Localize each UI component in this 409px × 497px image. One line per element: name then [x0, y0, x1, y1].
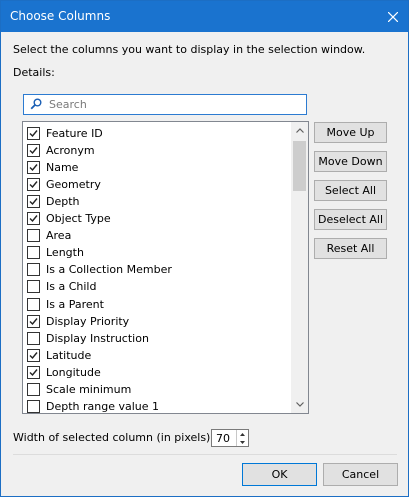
- title-bar: Choose Columns: [1, 1, 408, 32]
- column-label: Area: [46, 229, 72, 243]
- checkmark-icon: [29, 215, 38, 223]
- spinner-down-button[interactable]: [237, 438, 248, 446]
- scroll-up-button[interactable]: [291, 122, 308, 139]
- list-scrollbar[interactable]: [291, 122, 308, 413]
- footer-divider: [13, 454, 397, 455]
- column-label: Name: [46, 160, 79, 174]
- column-label: Is a Parent: [46, 297, 104, 311]
- column-label: Display Priority: [46, 314, 130, 328]
- search-icon: [30, 98, 42, 110]
- checkmark-icon: [29, 180, 38, 188]
- column-label: Scale minimum: [46, 383, 132, 396]
- columns-list[interactable]: Feature ID Acronym Name Geometry Depth Object…: [22, 121, 309, 414]
- column-list-item[interactable]: Feature ID: [27, 125, 289, 141]
- column-label: Geometry: [46, 177, 101, 191]
- deselect-all-button[interactable]: Deselect All: [314, 209, 387, 230]
- column-checkbox[interactable]: [27, 400, 40, 413]
- checkmark-icon: [29, 317, 38, 325]
- column-checkbox[interactable]: [27, 229, 40, 243]
- column-checkbox[interactable]: [27, 331, 40, 345]
- column-list-item[interactable]: Is a Collection Member: [27, 262, 289, 278]
- scroll-down-button[interactable]: [291, 396, 308, 413]
- checkmark-icon: [29, 129, 38, 137]
- column-checkbox[interactable]: [27, 314, 40, 328]
- dialog-title: Choose Columns: [10, 9, 111, 23]
- checkmark-icon: [29, 368, 38, 376]
- column-checkbox[interactable]: [27, 212, 40, 225]
- close-icon: [388, 11, 398, 22]
- column-checkbox[interactable]: [27, 126, 40, 140]
- column-list-item[interactable]: Is a Child: [27, 279, 289, 295]
- column-label: Longitude: [46, 365, 101, 379]
- chevron-up-icon: [295, 128, 304, 133]
- spinner-up-button[interactable]: [237, 430, 248, 438]
- column-label: Acronym: [46, 143, 95, 157]
- column-list-item[interactable]: Area: [27, 228, 289, 244]
- column-list-item[interactable]: Geometry: [27, 176, 289, 192]
- choose-columns-dialog: Choose Columns Select the columns you wa…: [0, 0, 409, 497]
- search-input[interactable]: [49, 96, 299, 112]
- column-checkbox[interactable]: [27, 280, 40, 294]
- column-list-item[interactable]: Length: [27, 245, 289, 261]
- column-width-value[interactable]: 70: [216, 432, 230, 445]
- spinner-down-icon: [240, 440, 245, 444]
- cancel-button[interactable]: Cancel: [323, 463, 398, 486]
- select-all-button[interactable]: Select All: [314, 180, 387, 201]
- column-label: Is a Collection Member: [46, 263, 172, 277]
- column-label: Depth range value 1: [46, 400, 160, 414]
- column-list-item[interactable]: Depth: [27, 193, 289, 209]
- column-checkbox[interactable]: [27, 194, 40, 208]
- column-checkbox[interactable]: [27, 246, 40, 260]
- column-checkbox[interactable]: [27, 160, 40, 174]
- scroll-thumb[interactable]: [293, 141, 306, 191]
- checkmark-icon: [29, 146, 38, 154]
- column-checkbox[interactable]: [27, 177, 40, 191]
- column-list-item[interactable]: Acronym: [27, 142, 289, 158]
- column-label: Is a Child: [46, 280, 97, 294]
- column-label: Latitude: [46, 348, 92, 362]
- column-label: Display Instruction: [46, 331, 149, 345]
- spinner-up-icon: [240, 432, 245, 436]
- column-list-item[interactable]: Depth range value 1: [27, 399, 289, 414]
- column-label: Length: [46, 246, 84, 260]
- move-up-button[interactable]: Move Up: [314, 122, 387, 143]
- chevron-down-icon: [295, 402, 304, 407]
- checkmark-icon: [29, 351, 38, 359]
- column-checkbox[interactable]: [27, 383, 40, 396]
- column-list-item[interactable]: Latitude: [27, 347, 289, 363]
- move-down-button[interactable]: Move Down: [314, 151, 387, 172]
- column-checkbox[interactable]: [27, 348, 40, 362]
- ok-button[interactable]: OK: [242, 463, 317, 486]
- column-label: Object Type: [46, 212, 111, 225]
- spinner-buttons: [236, 430, 248, 446]
- column-width-label: Width of selected column (in pixels):: [13, 431, 215, 444]
- column-checkbox[interactable]: [27, 365, 40, 379]
- column-label: Feature ID: [46, 126, 103, 140]
- column-list-item[interactable]: Longitude: [27, 364, 289, 380]
- checkmark-icon: [29, 163, 38, 171]
- column-list-item[interactable]: Object Type: [27, 211, 289, 227]
- checkmark-icon: [29, 197, 38, 205]
- column-list-item[interactable]: Scale minimum: [27, 382, 289, 398]
- column-checkbox[interactable]: [27, 143, 40, 157]
- column-width-spinner[interactable]: 70: [211, 429, 249, 447]
- instructions-text: Select the columns you want to display i…: [13, 43, 366, 56]
- column-list-item[interactable]: Display Priority: [27, 313, 289, 329]
- column-label: Depth: [46, 194, 80, 208]
- close-button[interactable]: [378, 1, 408, 32]
- column-list-item[interactable]: Display Instruction: [27, 330, 289, 346]
- details-label: Details:: [13, 66, 55, 79]
- search-box[interactable]: [23, 94, 307, 115]
- column-checkbox[interactable]: [27, 263, 40, 277]
- column-list-item[interactable]: Is a Parent: [27, 296, 289, 312]
- column-checkbox[interactable]: [27, 297, 40, 311]
- column-list-item[interactable]: Name: [27, 159, 289, 175]
- reset-all-button[interactable]: Reset All: [314, 238, 387, 259]
